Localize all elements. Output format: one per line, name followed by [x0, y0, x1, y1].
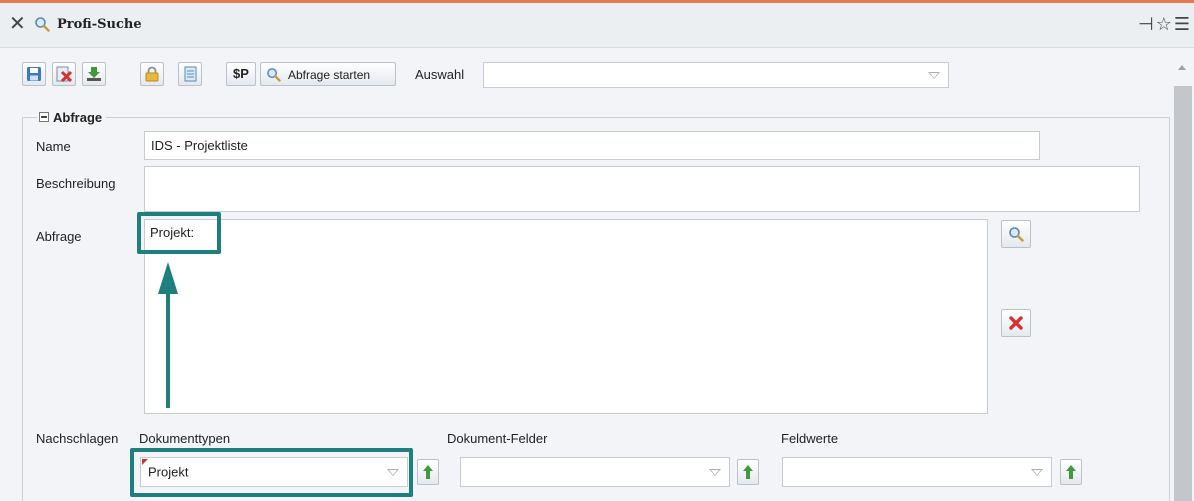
clear-query-button[interactable]	[1001, 309, 1031, 337]
chevron-down-icon	[709, 469, 721, 476]
arrow-up-icon	[1066, 465, 1076, 479]
abfrage-label: Abfrage	[36, 229, 82, 244]
close-icon	[1009, 316, 1023, 330]
download-icon	[87, 67, 101, 81]
close-icon[interactable]: ✕	[9, 13, 29, 33]
chevron-down-icon	[387, 469, 399, 476]
auswahl-select[interactable]	[483, 62, 949, 88]
abfrage-textarea[interactable]: Projekt:	[144, 219, 988, 414]
parameter-button[interactable]: $P	[226, 62, 256, 86]
save-button[interactable]	[22, 62, 46, 86]
delete-query-button[interactable]	[52, 62, 76, 86]
dokumenttypen-value: Projekt	[148, 464, 189, 480]
abfrage-section-header[interactable]: Abfrage	[37, 110, 107, 125]
arrow-up-icon	[743, 465, 753, 479]
dokument-felder-select[interactable]	[460, 457, 730, 487]
lock-icon	[145, 66, 159, 82]
dokumenttypen-insert-button[interactable]	[417, 459, 439, 485]
dokument-felder-label: Dokument-Felder	[447, 431, 548, 446]
feldwerte-insert-button[interactable]	[1060, 459, 1082, 485]
name-label: Name	[36, 139, 71, 154]
collapse-toggle-icon[interactable]	[39, 112, 49, 122]
delete-icon	[56, 66, 72, 82]
run-query-button[interactable]: Abfrage starten	[260, 62, 396, 86]
window-title: Profi-Suche	[57, 17, 142, 32]
magnifier-icon	[35, 17, 50, 32]
annotation-arrow-shaft	[166, 290, 170, 408]
search-query-button[interactable]	[1001, 220, 1031, 248]
vertical-scrollbar[interactable]	[1172, 56, 1194, 501]
menu-icon[interactable]: ☰	[1174, 14, 1190, 35]
dokument-felder-insert-button[interactable]	[737, 459, 759, 485]
star-icon[interactable]: ☆	[1156, 14, 1172, 35]
nachschlagen-label: Nachschlagen	[36, 431, 119, 446]
dokumenttypen-label: Dokumenttypen	[139, 431, 231, 446]
section-legend: Abfrage	[53, 110, 103, 125]
magnifier-icon	[267, 68, 281, 82]
pin-icon[interactable]: ⊣	[1138, 14, 1154, 35]
chevron-down-icon	[1031, 469, 1043, 476]
save-icon	[27, 67, 41, 81]
beschreibung-label: Beschreibung	[36, 176, 116, 191]
notes-icon	[184, 66, 197, 82]
dokumenttypen-select[interactable]: Projekt	[140, 457, 408, 487]
chevron-down-icon	[928, 72, 940, 79]
notes-button[interactable]	[178, 62, 202, 86]
name-field[interactable]	[144, 131, 1040, 160]
auswahl-label: Auswahl	[415, 67, 465, 82]
download-button[interactable]	[82, 62, 106, 86]
feldwerte-select[interactable]	[782, 457, 1052, 487]
run-query-label: Abfrage starten	[288, 68, 371, 82]
scroll-thumb[interactable]	[1174, 86, 1192, 501]
scroll-up-arrow-icon[interactable]	[1178, 65, 1186, 70]
beschreibung-field[interactable]	[144, 166, 1140, 212]
magnifier-icon	[1009, 227, 1024, 242]
feldwerte-label: Feldwerte	[781, 431, 839, 446]
window-actions: ⊣ ☆ ☰	[1136, 14, 1190, 35]
arrow-up-icon	[423, 465, 433, 479]
lock-button[interactable]	[140, 62, 164, 86]
title-bar: ✕ Profi-Suche ⊣ ☆ ☰	[0, 3, 1194, 48]
